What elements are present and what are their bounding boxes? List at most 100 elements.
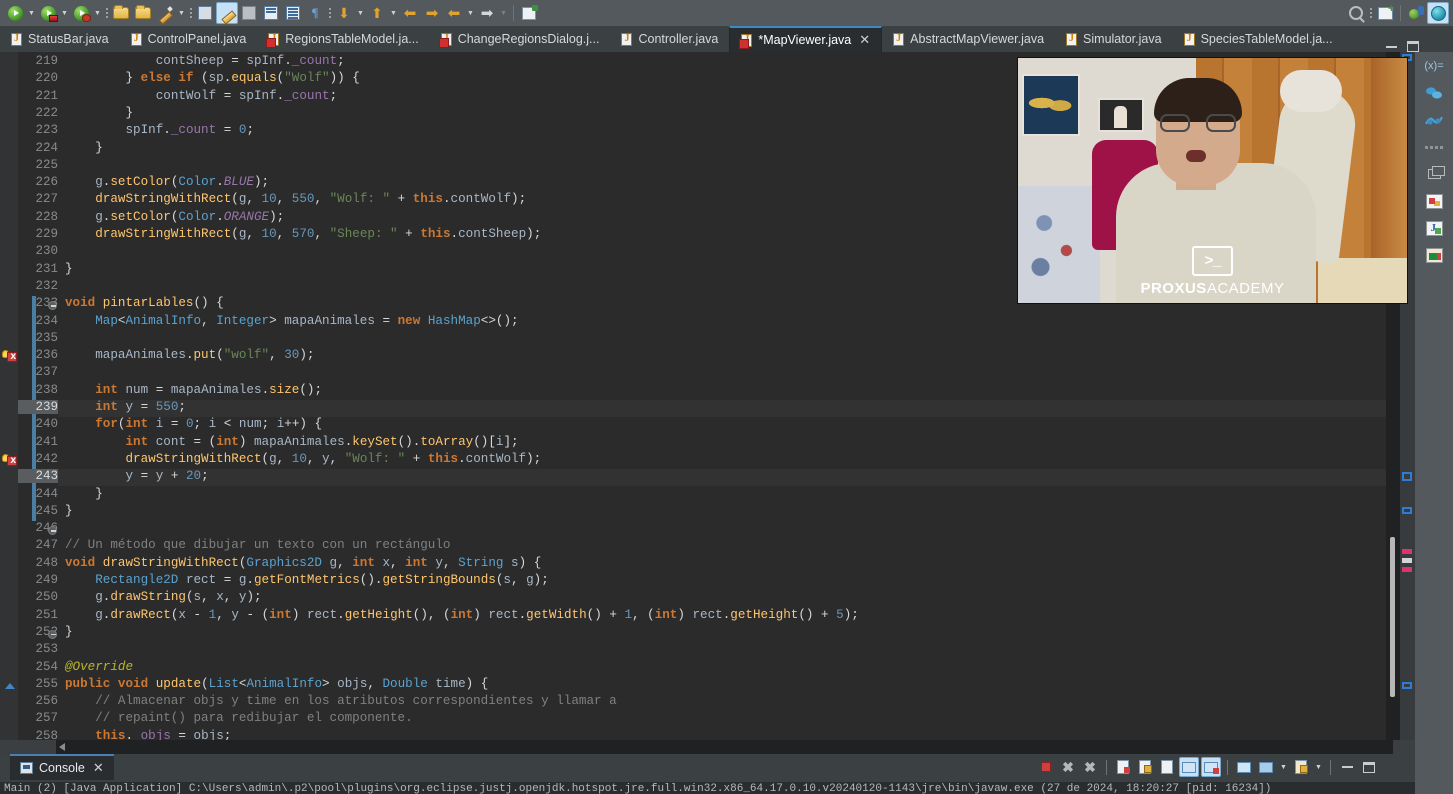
debug-button[interactable] [37, 2, 59, 24]
run-button[interactable] [4, 2, 26, 24]
close-icon[interactable]: ✕ [859, 32, 870, 48]
next-annotation-button[interactable]: ⬇ [333, 2, 355, 24]
editor-tab-mapviewer[interactable]: *MapViewer.java ✕ [729, 26, 882, 52]
forward-history-dropdown[interactable]: ▼ [498, 2, 509, 24]
javadoc-view-button[interactable] [1423, 218, 1445, 238]
restore-view-button[interactable] [1423, 164, 1445, 184]
tab-label: SpeciesTableModel.ja... [1201, 32, 1333, 46]
watermark-text: PROXUSACADEMY [1140, 280, 1284, 297]
maximize-console-button[interactable] [1359, 757, 1379, 777]
editor-tab-simulator[interactable]: Simulator.java [1055, 26, 1173, 52]
tab-label: Controller.java [638, 32, 718, 46]
pin-console-button[interactable] [1234, 757, 1254, 777]
remove-launch-button[interactable]: ✖ [1058, 757, 1078, 777]
world-map-poster [1022, 74, 1080, 136]
palette-view-button[interactable] [1423, 191, 1445, 211]
new-package-button[interactable] [132, 2, 154, 24]
back-button[interactable]: ⬅ [399, 2, 421, 24]
ruler-annotation-mark[interactable] [1402, 682, 1412, 689]
expressions-view-button[interactable] [1423, 110, 1445, 130]
console-tab[interactable]: Console ✕ [10, 754, 114, 780]
java-file-error-icon [441, 33, 452, 46]
format-button[interactable] [216, 2, 238, 24]
previous-annotation-button[interactable]: ⬆ [366, 2, 388, 24]
display-selected-console-button[interactable] [1256, 757, 1276, 777]
right-dock: (x)= [1415, 52, 1453, 794]
minimize-console-button[interactable] [1337, 757, 1357, 777]
previous-annotation-dropdown[interactable]: ▼ [388, 2, 399, 24]
coverage-button[interactable] [70, 2, 92, 24]
java-perspective-button[interactable] [1405, 2, 1427, 24]
back-history-dropdown[interactable]: ▼ [465, 2, 476, 24]
close-icon[interactable]: ✕ [93, 760, 104, 776]
toolbar-drag-handle-3[interactable] [326, 2, 333, 24]
breakpoints-view-button[interactable] [1423, 83, 1445, 103]
back-history-button[interactable]: ⬅ [443, 2, 465, 24]
open-console-dropdown[interactable]: ▼ [1313, 756, 1324, 778]
new-editor-button[interactable] [518, 2, 540, 24]
minimize-icon[interactable] [1386, 46, 1397, 48]
ruler-error-mark[interactable] [1402, 567, 1412, 572]
paragraph-button[interactable]: ¶ [304, 2, 326, 24]
maximize-icon[interactable] [1407, 41, 1419, 52]
java-file-error-icon [741, 34, 752, 47]
remove-all-terminated-button[interactable]: ✖ [1080, 757, 1100, 777]
java-file-icon [131, 33, 142, 46]
terminate-button[interactable] [1036, 757, 1056, 777]
editor-tab-abstractmapviewer[interactable]: AbstractMapViewer.java [882, 26, 1055, 52]
forward-button[interactable]: ➡ [421, 2, 443, 24]
run-dropdown[interactable]: ▼ [26, 2, 37, 24]
console-output-text: Main (2) [Java Application] C:\Users\adm… [0, 782, 1415, 794]
console-view-button[interactable] [1423, 245, 1445, 265]
clear-console-button[interactable] [1113, 757, 1133, 777]
hand [1280, 70, 1342, 112]
toolbar-drag-handle-1[interactable] [103, 2, 110, 24]
edit-dropdown[interactable]: ▼ [176, 2, 187, 24]
watermark-suffix: ACADEMY [1207, 280, 1285, 297]
ruler-error-mark[interactable] [1402, 549, 1412, 554]
dock-drag-handle[interactable] [1423, 137, 1445, 157]
show-console-on-output-button[interactable] [1179, 757, 1199, 777]
new-java-project-button[interactable] [110, 2, 132, 24]
editor-tab-speciestablemodel[interactable]: SpeciesTableModel.ja... [1173, 26, 1344, 52]
console-icon [20, 762, 33, 774]
hscroll-track[interactable] [56, 740, 1393, 754]
open-console-button[interactable] [1291, 757, 1311, 777]
editor-tab-controlpanel[interactable]: ControlPanel.java [120, 26, 258, 52]
editor-tab-regionstablemodel[interactable]: RegionsTableModel.ja... [257, 26, 429, 52]
tab-label: ControlPanel.java [148, 32, 247, 46]
debug-perspective-button[interactable] [1427, 2, 1449, 24]
ruler-annotation-mark[interactable] [1402, 507, 1412, 514]
show-console-on-error-button[interactable] [1201, 757, 1221, 777]
ruler-warning-mark[interactable] [1402, 558, 1412, 563]
marker-gutter[interactable] [0, 52, 18, 740]
hscroll-thumb[interactable] [56, 742, 74, 752]
coverage-dropdown[interactable]: ▼ [92, 2, 103, 24]
next-annotation-dropdown[interactable]: ▼ [355, 2, 366, 24]
table-view-button[interactable] [282, 2, 304, 24]
toolbar-drag-handle-4[interactable] [1367, 2, 1374, 24]
display-selected-console-dropdown[interactable]: ▼ [1278, 756, 1289, 778]
open-perspective-button[interactable] [1374, 2, 1396, 24]
scroll-lock-button[interactable] [1135, 757, 1155, 777]
editor-tab-controller[interactable]: Controller.java [610, 26, 729, 52]
scrollbar-thumb[interactable] [1390, 537, 1395, 697]
tab-label: Simulator.java [1083, 32, 1162, 46]
quick-access-search-icon[interactable] [1345, 2, 1367, 24]
ruler-annotation-mark[interactable] [1402, 472, 1412, 481]
open-task-button[interactable] [260, 2, 282, 24]
open-type-button[interactable] [238, 2, 260, 24]
editor-tab-changeregionsdialog[interactable]: ChangeRegionsDialog.j... [430, 26, 611, 52]
java-file-icon [1066, 33, 1077, 46]
forward-history-button[interactable]: ➡ [476, 2, 498, 24]
tab-label: *MapViewer.java [758, 33, 851, 47]
webcam-overlay: >_ PROXUSACADEMY [1017, 57, 1408, 304]
word-wrap-button[interactable] [1157, 757, 1177, 777]
toolbar-drag-handle-2[interactable] [187, 2, 194, 24]
edit-button[interactable] [154, 2, 176, 24]
debug-dropdown[interactable]: ▼ [59, 2, 70, 24]
toggle-comment-button[interactable] [194, 2, 216, 24]
editor-tab-statusbar[interactable]: StatusBar.java [0, 26, 120, 52]
variables-view-button[interactable]: (x)= [1423, 56, 1445, 76]
editor-horizontal-scrollbar[interactable] [0, 740, 1400, 754]
